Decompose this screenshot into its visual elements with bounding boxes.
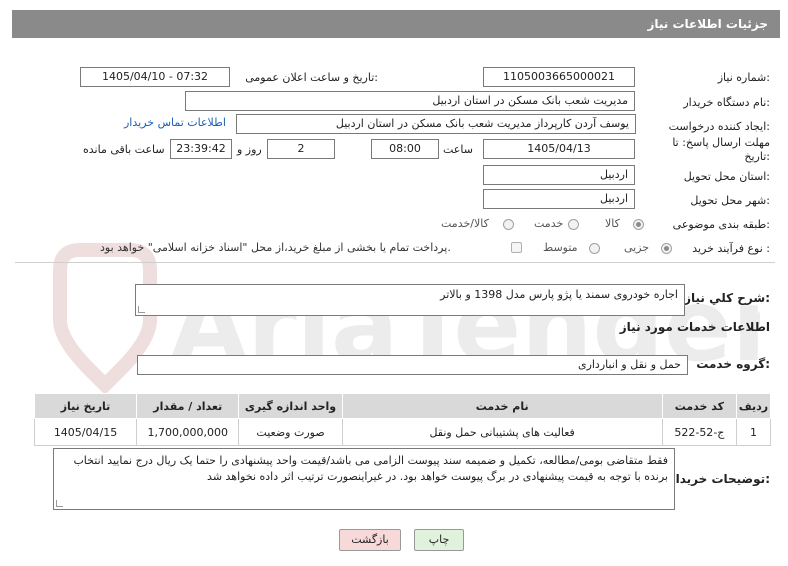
- buyer-org-field[interactable]: مدیریت شعب بانک مسکن در استان اردبیل: [185, 91, 635, 111]
- service-group-field[interactable]: حمل و نقل و انبارداری: [137, 355, 688, 375]
- process-medium-label: متوسط: [543, 241, 578, 254]
- cell-need-date: 1405/04/15: [33, 418, 138, 446]
- deadline-label: مهلت ارسال پاسخ: تا تاریخ:: [672, 136, 770, 163]
- remaining-time-label: ساعت باقی مانده: [83, 143, 165, 156]
- resize-handle-icon[interactable]: [56, 500, 63, 507]
- print-button[interactable]: چاپ: [414, 529, 464, 551]
- buyer-notes-field[interactable]: فقط متقاضی بومی/مطالعه، تکمیل و ضمیمه سن…: [53, 448, 675, 510]
- buyer-notes-label: توضیحات خریدار:: [668, 472, 770, 486]
- buyer-contact-link[interactable]: اطلاعات تماس خریدار: [124, 116, 226, 129]
- category-goods-radio[interactable]: [633, 219, 644, 230]
- deadline-time-field[interactable]: 08:00: [371, 139, 439, 159]
- city-field[interactable]: اردبیل: [483, 189, 635, 209]
- service-group-label: گروه خدمت:: [696, 357, 770, 371]
- page-header: جزئیات اطلاعات نیاز: [12, 10, 780, 38]
- treasury-payment-note: پرداخت تمام یا بخشی از مبلغ خرید،از محل …: [100, 241, 451, 254]
- category-service-label: خدمت: [534, 217, 564, 230]
- announce-date-field[interactable]: 1405/04/10 - 07:32: [80, 67, 230, 87]
- creator-label: ایجاد کننده درخواست:: [668, 120, 770, 133]
- cell-unit: صورت وضعیت: [238, 418, 343, 446]
- process-medium-radio[interactable]: [589, 243, 600, 254]
- category-goods-label: کالا: [605, 217, 620, 230]
- creator-field[interactable]: یوسف آردن کارپرداز مدیریت شعب بانک مسکن …: [236, 114, 636, 134]
- deadline-date-field[interactable]: 1405/04/13: [483, 139, 635, 159]
- announce-date-label: تاریخ و ساعت اعلان عمومی:: [245, 71, 378, 84]
- buyer-notes-text: فقط متقاضی بومی/مطالعه، تکمیل و ضمیمه سن…: [73, 454, 668, 483]
- col-service-name: نام خدمت: [341, 393, 663, 419]
- col-service-code: کد خدمت: [661, 393, 738, 419]
- description-text: اجاره خودروی سمند یا پژو پارس مدل 1398 و…: [440, 288, 678, 301]
- page-title: جزئیات اطلاعات نیاز: [647, 17, 768, 31]
- process-type-label: نوع فرآیند خرید :: [692, 242, 770, 255]
- need-number-label: شماره نیاز:: [717, 71, 770, 84]
- col-quantity: تعداد / مقدار: [136, 393, 240, 419]
- days-remaining-field[interactable]: 2: [267, 139, 335, 159]
- col-row-number: ردیف: [736, 393, 771, 419]
- cell-service-name: فعالیت های پشتیبانی حمل ونقل: [341, 418, 663, 446]
- resize-handle-icon[interactable]: [138, 306, 145, 313]
- services-section-title: اطلاعات خدمات مورد نياز: [619, 320, 770, 334]
- city-label: شهر محل تحویل:: [690, 194, 770, 207]
- process-minor-label: جزیی: [624, 241, 650, 254]
- services-table-header: ردیف کد خدمت نام خدمت واحد اندازه گیری ت…: [33, 393, 771, 419]
- remaining-time-field[interactable]: 23:39:42: [170, 139, 232, 159]
- category-goods-service-radio[interactable]: [503, 219, 514, 230]
- description-field[interactable]: اجاره خودروی سمند یا پژو پارس مدل 1398 و…: [135, 284, 685, 316]
- cell-service-code: ج-52-522: [661, 418, 738, 446]
- days-label: روز و: [237, 143, 262, 156]
- need-number-field[interactable]: 1105003665000021: [483, 67, 635, 87]
- description-label: شرح كلي نياز:: [684, 291, 770, 305]
- col-need-date: تاریخ نیاز: [33, 393, 138, 419]
- category-label: طبقه بندی موضوعی:: [672, 218, 770, 231]
- buyer-org-label: نام دستگاه خریدار:: [683, 96, 770, 109]
- process-minor-radio[interactable]: [661, 243, 672, 254]
- category-goods-service-label: کالا/خدمت: [441, 217, 489, 230]
- cell-row-number: 1: [736, 418, 771, 446]
- province-label: استان محل تحویل:: [683, 170, 770, 183]
- cell-quantity: 1,700,000,000: [136, 418, 240, 446]
- section-divider: [15, 262, 775, 263]
- category-service-radio[interactable]: [568, 219, 579, 230]
- treasury-payment-checkbox[interactable]: [511, 242, 522, 253]
- province-field[interactable]: اردبیل: [483, 165, 635, 185]
- col-unit: واحد اندازه گیری: [238, 393, 343, 419]
- back-button[interactable]: بازگشت: [339, 529, 401, 551]
- deadline-time-label: ساعت: [443, 143, 473, 156]
- table-row[interactable]: 1 ج-52-522 فعالیت های پشتیبانی حمل ونقل …: [33, 418, 771, 446]
- services-table: ردیف کد خدمت نام خدمت واحد اندازه گیری ت…: [33, 393, 771, 446]
